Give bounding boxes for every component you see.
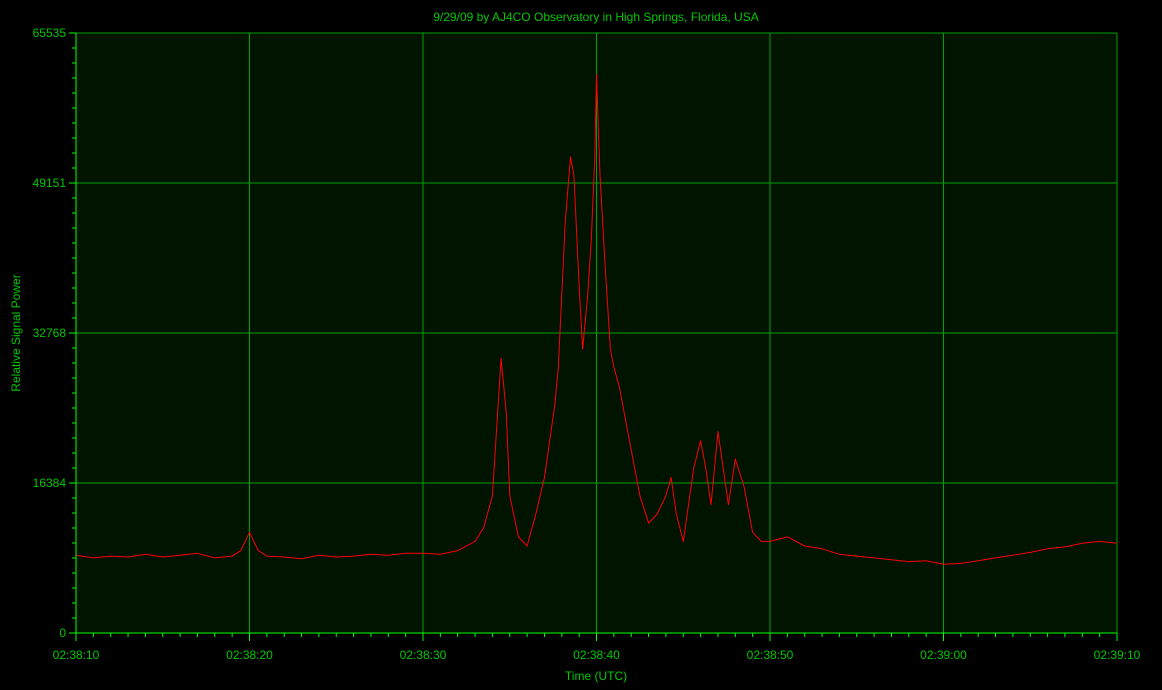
- y-tick-label: 49151: [33, 176, 67, 190]
- x-tick-labels: 02:38:10 02:38:20 02:38:30 02:38:40 02:38:50…: [53, 648, 1141, 662]
- x-tick-label: 02:38:40: [573, 648, 620, 662]
- y-tick-label: 32768: [33, 326, 67, 340]
- x-tick-label: 02:38:20: [226, 648, 273, 662]
- x-tick-label: 02:38:30: [400, 648, 447, 662]
- signal-chart: 016384327684915165535 02:38:10 02:38:20 02…: [9, 10, 1141, 683]
- x-tick-label: 02:39:00: [920, 648, 967, 662]
- y-tick-labels: 0 16384 32768 49151 65535: [33, 26, 67, 640]
- y-tick-label: 65535: [33, 26, 67, 40]
- x-axis-label: Time (UTC): [565, 669, 627, 683]
- x-tick-label: 02:38:10: [53, 648, 100, 662]
- x-tick-label: 02:38:50: [747, 648, 794, 662]
- chart-root: 0 16384 32768 49151 65535 02:38:10 02:38:20 02…: [0, 0, 1162, 690]
- y-tick-label: 0: [59, 626, 66, 640]
- chart-title: 9/29/09 by AJ4CO Observatory in High Spr…: [433, 10, 758, 24]
- y-axis-label: Relative Signal Power: [9, 274, 23, 391]
- x-tick-label: 02:39:10: [1094, 648, 1141, 662]
- y-tick-label: 16384: [33, 476, 67, 490]
